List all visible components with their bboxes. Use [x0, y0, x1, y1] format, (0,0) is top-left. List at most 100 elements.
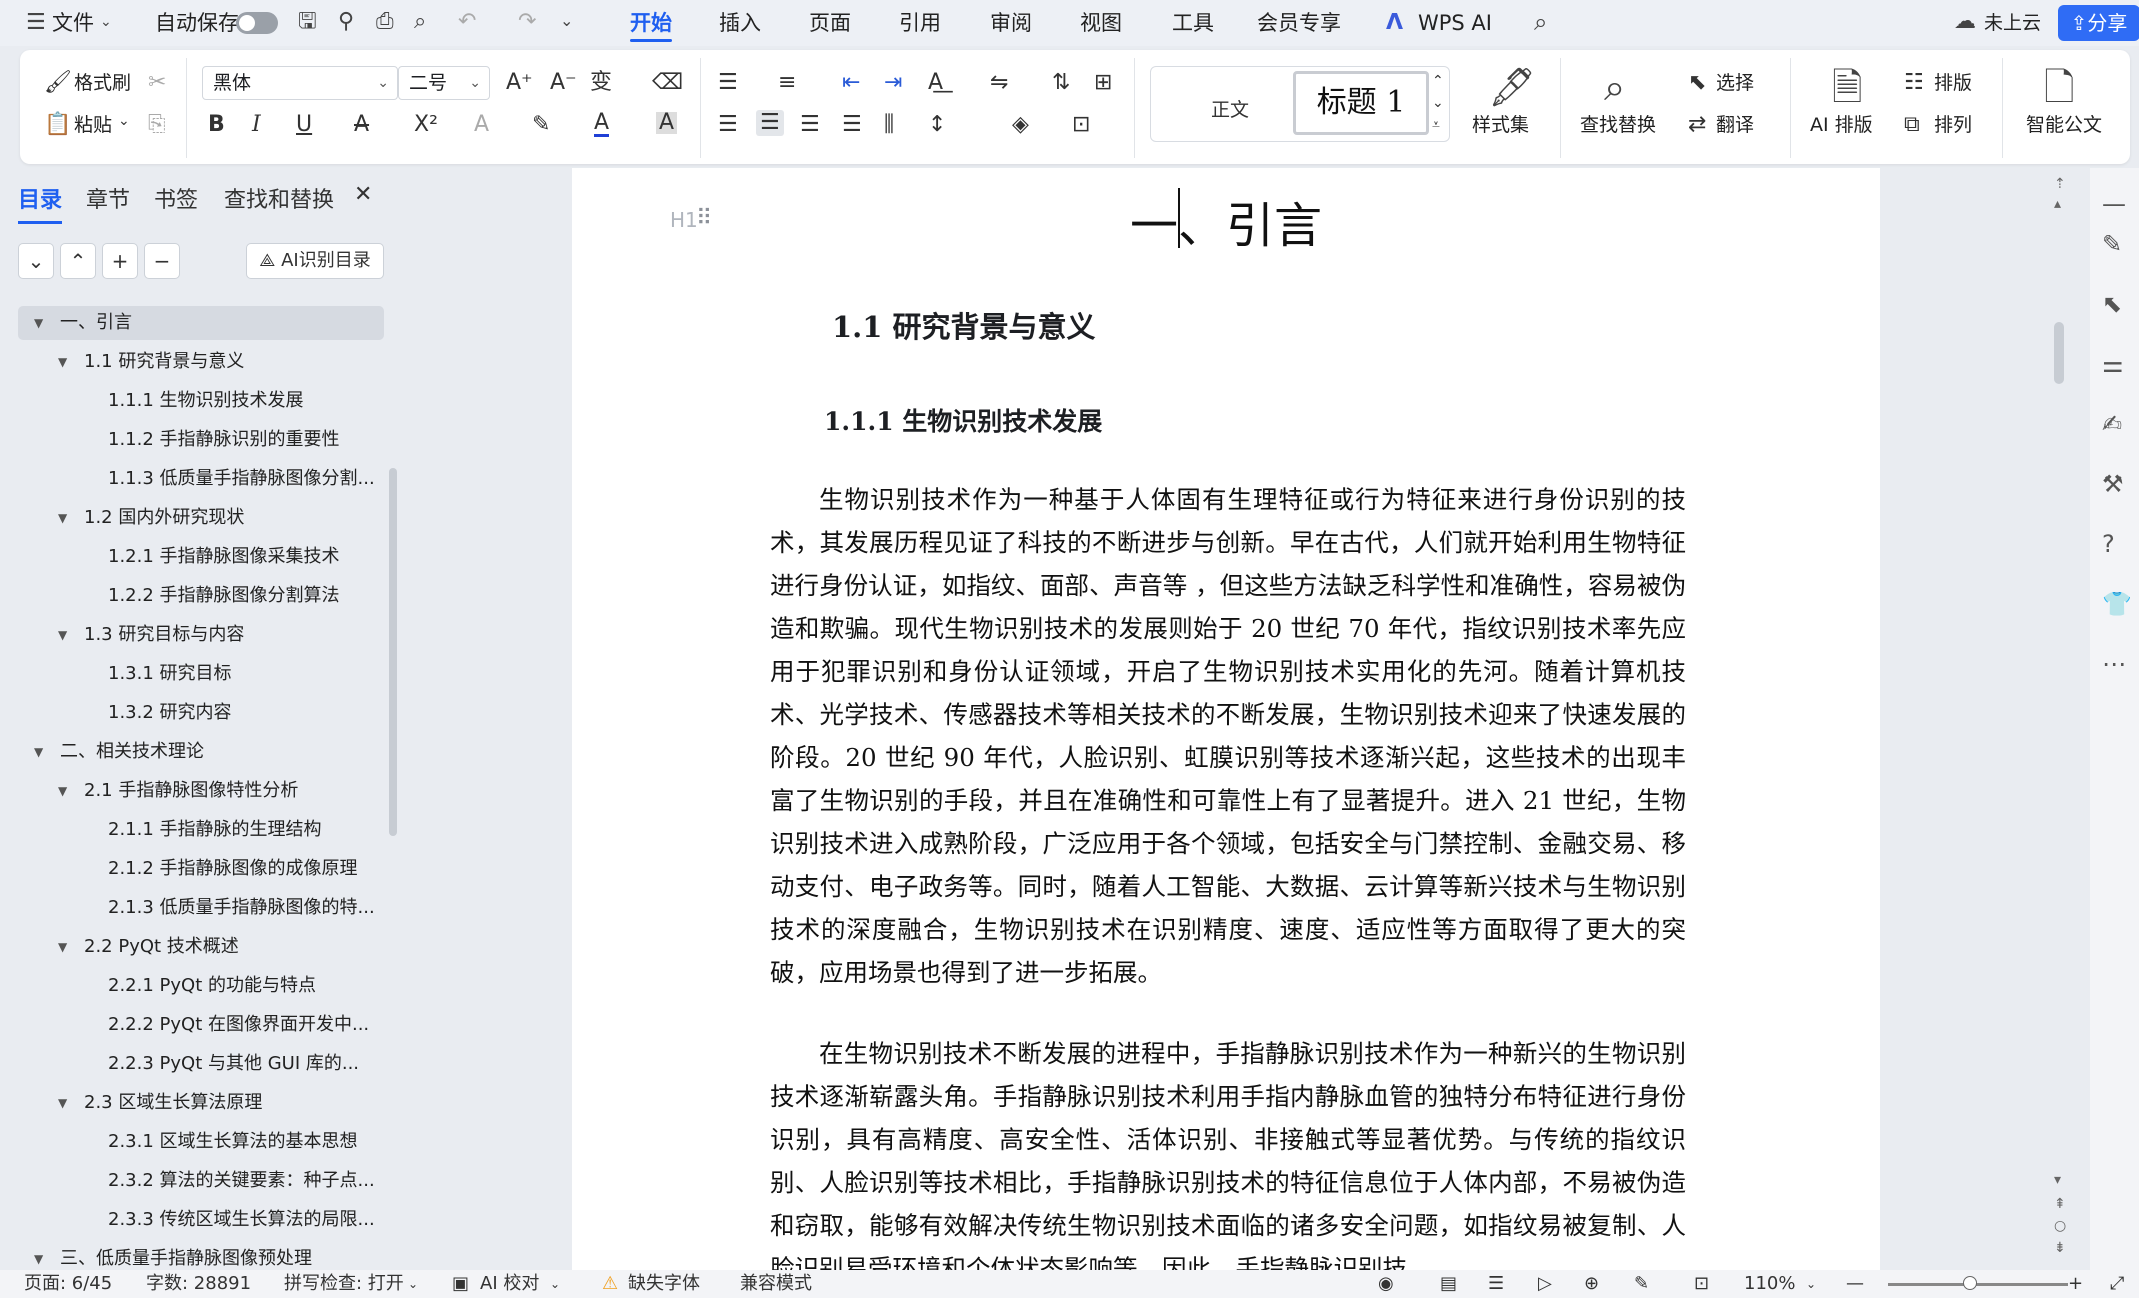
- move-up-button[interactable]: ⌃: [60, 243, 96, 279]
- fullscreen-icon[interactable]: ⤢: [2110, 1270, 2124, 1298]
- fit-page-icon[interactable]: ⊡: [1694, 1270, 1709, 1298]
- page-indicator[interactable]: 页面: 6/45: [24, 1270, 112, 1298]
- word-count[interactable]: 字数: 28891: [146, 1270, 251, 1298]
- document-scrollbar[interactable]: [2054, 322, 2064, 384]
- style-set-button[interactable]: 样式集: [1472, 116, 1529, 135]
- ai-proof-chevron-icon[interactable]: ⌄: [550, 1270, 560, 1298]
- body-paragraph[interactable]: 在生物识别技术不断发展的进程中，手指静脉识别技术作为一种新兴的生物识别技术逐渐崭…: [770, 1032, 1686, 1270]
- spellcheck-chevron-icon[interactable]: ⌄: [408, 1270, 418, 1298]
- nav-tab-toc[interactable]: 目录: [18, 182, 63, 224]
- increase-font-icon[interactable]: A⁺: [506, 72, 533, 94]
- zoom-slider-track[interactable]: [1888, 1283, 2068, 1286]
- close-icon[interactable]: ✕: [354, 182, 372, 207]
- ai-layout-icon[interactable]: 🗎: [1832, 68, 1863, 106]
- toc-item[interactable]: 2.2.2 PyQt 在图像界面开发中...: [18, 1008, 384, 1042]
- zoom-level[interactable]: 110%: [1744, 1270, 1795, 1298]
- toc-item[interactable]: 1.1.1 生物识别技术发展: [18, 384, 384, 418]
- search-icon[interactable]: ⌕: [1534, 10, 1547, 34]
- prev-page-icon[interactable]: ⇞: [2054, 1196, 2066, 1212]
- file-chevron-down-icon[interactable]: ⌄: [100, 15, 112, 29]
- toc-item[interactable]: ▼ 二、相关技术理论: [18, 735, 384, 769]
- toc-item[interactable]: 2.2.3 PyQt 与其他 GUI 库的...: [18, 1047, 384, 1081]
- toc-item[interactable]: ▼ 2.1 手指静脉图像特性分析: [18, 774, 384, 808]
- toc-item[interactable]: ▼ 2.2 PyQt 技术概述: [18, 930, 384, 964]
- tab-insert[interactable]: 插入: [719, 0, 761, 46]
- toc-item[interactable]: 1.1.2 手指静脉识别的重要性: [18, 423, 384, 457]
- nav-tab-chapters[interactable]: 章节: [86, 182, 130, 214]
- text-direction-icon[interactable]: ⇋: [990, 72, 1008, 94]
- nav-tab-bookmarks[interactable]: 书签: [154, 182, 198, 214]
- heading-1[interactable]: 一、引言: [572, 186, 1880, 256]
- file-menu[interactable]: 文件: [52, 0, 94, 46]
- toc-item[interactable]: 2.1.1 手指静脉的生理结构: [18, 813, 384, 847]
- smart-doc-button[interactable]: 智能公文: [2026, 116, 2102, 135]
- select-browse-icon[interactable]: ○: [2054, 1218, 2066, 1234]
- spellcheck-status[interactable]: 拼写检查: 打开: [284, 1270, 404, 1298]
- style-scroll-down-icon[interactable]: ⌄: [1432, 96, 1444, 110]
- toc-item[interactable]: ▼ 1.1 研究背景与意义: [18, 345, 384, 379]
- toc-item[interactable]: 1.3.1 研究目标: [18, 657, 384, 691]
- print-preview-icon[interactable]: ⌕: [414, 11, 426, 33]
- expand-arrow-icon[interactable]: ▼: [34, 735, 43, 769]
- nav-scrollbar[interactable]: [389, 468, 397, 836]
- bullet-list-icon[interactable]: ☰: [718, 72, 738, 94]
- align-center-icon[interactable]: ☰: [756, 110, 784, 136]
- expand-arrow-icon[interactable]: ▼: [58, 1086, 67, 1120]
- zoom-out-icon[interactable]: —: [1846, 1270, 1864, 1298]
- ai-recognize-toc-button[interactable]: ⟁ AI识别目录: [246, 243, 384, 279]
- toc-item[interactable]: ▼ 1.3 研究目标与内容: [18, 618, 384, 652]
- share-link-icon[interactable]: ⚲: [338, 11, 354, 33]
- bold-icon[interactable]: B: [208, 114, 225, 136]
- tab-page[interactable]: 页面: [809, 0, 851, 46]
- align-right-icon[interactable]: ☰: [800, 114, 820, 136]
- line-spacing-icon[interactable]: ↕: [928, 114, 946, 136]
- toc-item[interactable]: 2.1.2 手指静脉图像的成像原理: [18, 852, 384, 886]
- pen-icon[interactable]: ✎: [2102, 230, 2122, 258]
- tab-references[interactable]: 引用: [899, 0, 941, 46]
- font-name-select[interactable]: 黑体 ⌄: [202, 66, 398, 100]
- text-effect-icon[interactable]: A: [474, 114, 489, 136]
- undo-icon[interactable]: ↶: [458, 11, 476, 33]
- chinese-layout-icon[interactable]: A͟: [928, 72, 943, 94]
- web-view-icon[interactable]: ⊕: [1584, 1270, 1599, 1298]
- layout-button[interactable]: 排版: [1934, 74, 1972, 93]
- more-icon[interactable]: ⋯: [2102, 650, 2126, 678]
- paste-chevron-icon[interactable]: ⌄: [118, 114, 130, 128]
- style-normal[interactable]: 正文: [1211, 95, 1249, 122]
- tools-icon[interactable]: ⚒: [2102, 470, 2124, 498]
- more-chevron-icon[interactable]: ⌄: [560, 13, 573, 29]
- char-shading-icon[interactable]: A: [656, 112, 678, 134]
- decrease-indent-icon[interactable]: ⇤: [842, 72, 860, 94]
- font-size-select[interactable]: 二号 ⌄: [398, 66, 490, 100]
- strikethrough-icon[interactable]: A: [354, 114, 369, 136]
- clear-format-icon[interactable]: ⌫: [652, 72, 683, 94]
- minimize-panel-icon[interactable]: —: [2102, 190, 2126, 218]
- zoom-slider-handle[interactable]: [1963, 1276, 1977, 1290]
- tab-tools[interactable]: 工具: [1172, 0, 1214, 46]
- style-scroll-up-icon[interactable]: ⌃: [1432, 74, 1444, 88]
- adjust-sliders-icon[interactable]: ⚌: [2102, 350, 2124, 378]
- style-expand-icon[interactable]: ⩡: [1432, 118, 1440, 132]
- cloud-status[interactable]: 未上云: [1984, 0, 2041, 46]
- underline-icon[interactable]: U: [296, 114, 312, 136]
- heading-2[interactable]: 1.1 研究背景与意义: [832, 304, 1096, 346]
- find-icon[interactable]: ⌕: [1604, 68, 1625, 106]
- ai-layout-button[interactable]: AI 排版: [1810, 116, 1873, 135]
- print-icon[interactable]: ⎙: [376, 11, 394, 33]
- decrease-font-icon[interactable]: A⁻: [550, 72, 577, 94]
- redo-icon[interactable]: ↷: [518, 11, 536, 33]
- format-painter-button[interactable]: 格式刷: [74, 74, 131, 93]
- heading-3[interactable]: 1.1.1 生物识别技术发展: [824, 402, 1102, 438]
- sort-icon[interactable]: ⇅: [1052, 72, 1070, 94]
- next-page-icon[interactable]: ⇟: [2054, 1240, 2066, 1256]
- help-icon[interactable]: ?: [2102, 530, 2115, 558]
- nav-tab-find-replace[interactable]: 查找和替换: [224, 182, 334, 214]
- expand-arrow-icon[interactable]: ▼: [58, 618, 67, 652]
- toc-item[interactable]: 2.3.1 区域生长算法的基本思想: [18, 1125, 384, 1159]
- italic-icon[interactable]: I: [252, 114, 261, 136]
- zoom-chevron-icon[interactable]: ⌄: [1806, 1270, 1816, 1298]
- expand-arrow-icon[interactable]: ▼: [58, 930, 67, 964]
- signature-icon[interactable]: ✍: [2102, 410, 2122, 438]
- toc-item[interactable]: 1.3.2 研究内容: [18, 696, 384, 730]
- find-replace-button[interactable]: 查找替换: [1580, 116, 1656, 135]
